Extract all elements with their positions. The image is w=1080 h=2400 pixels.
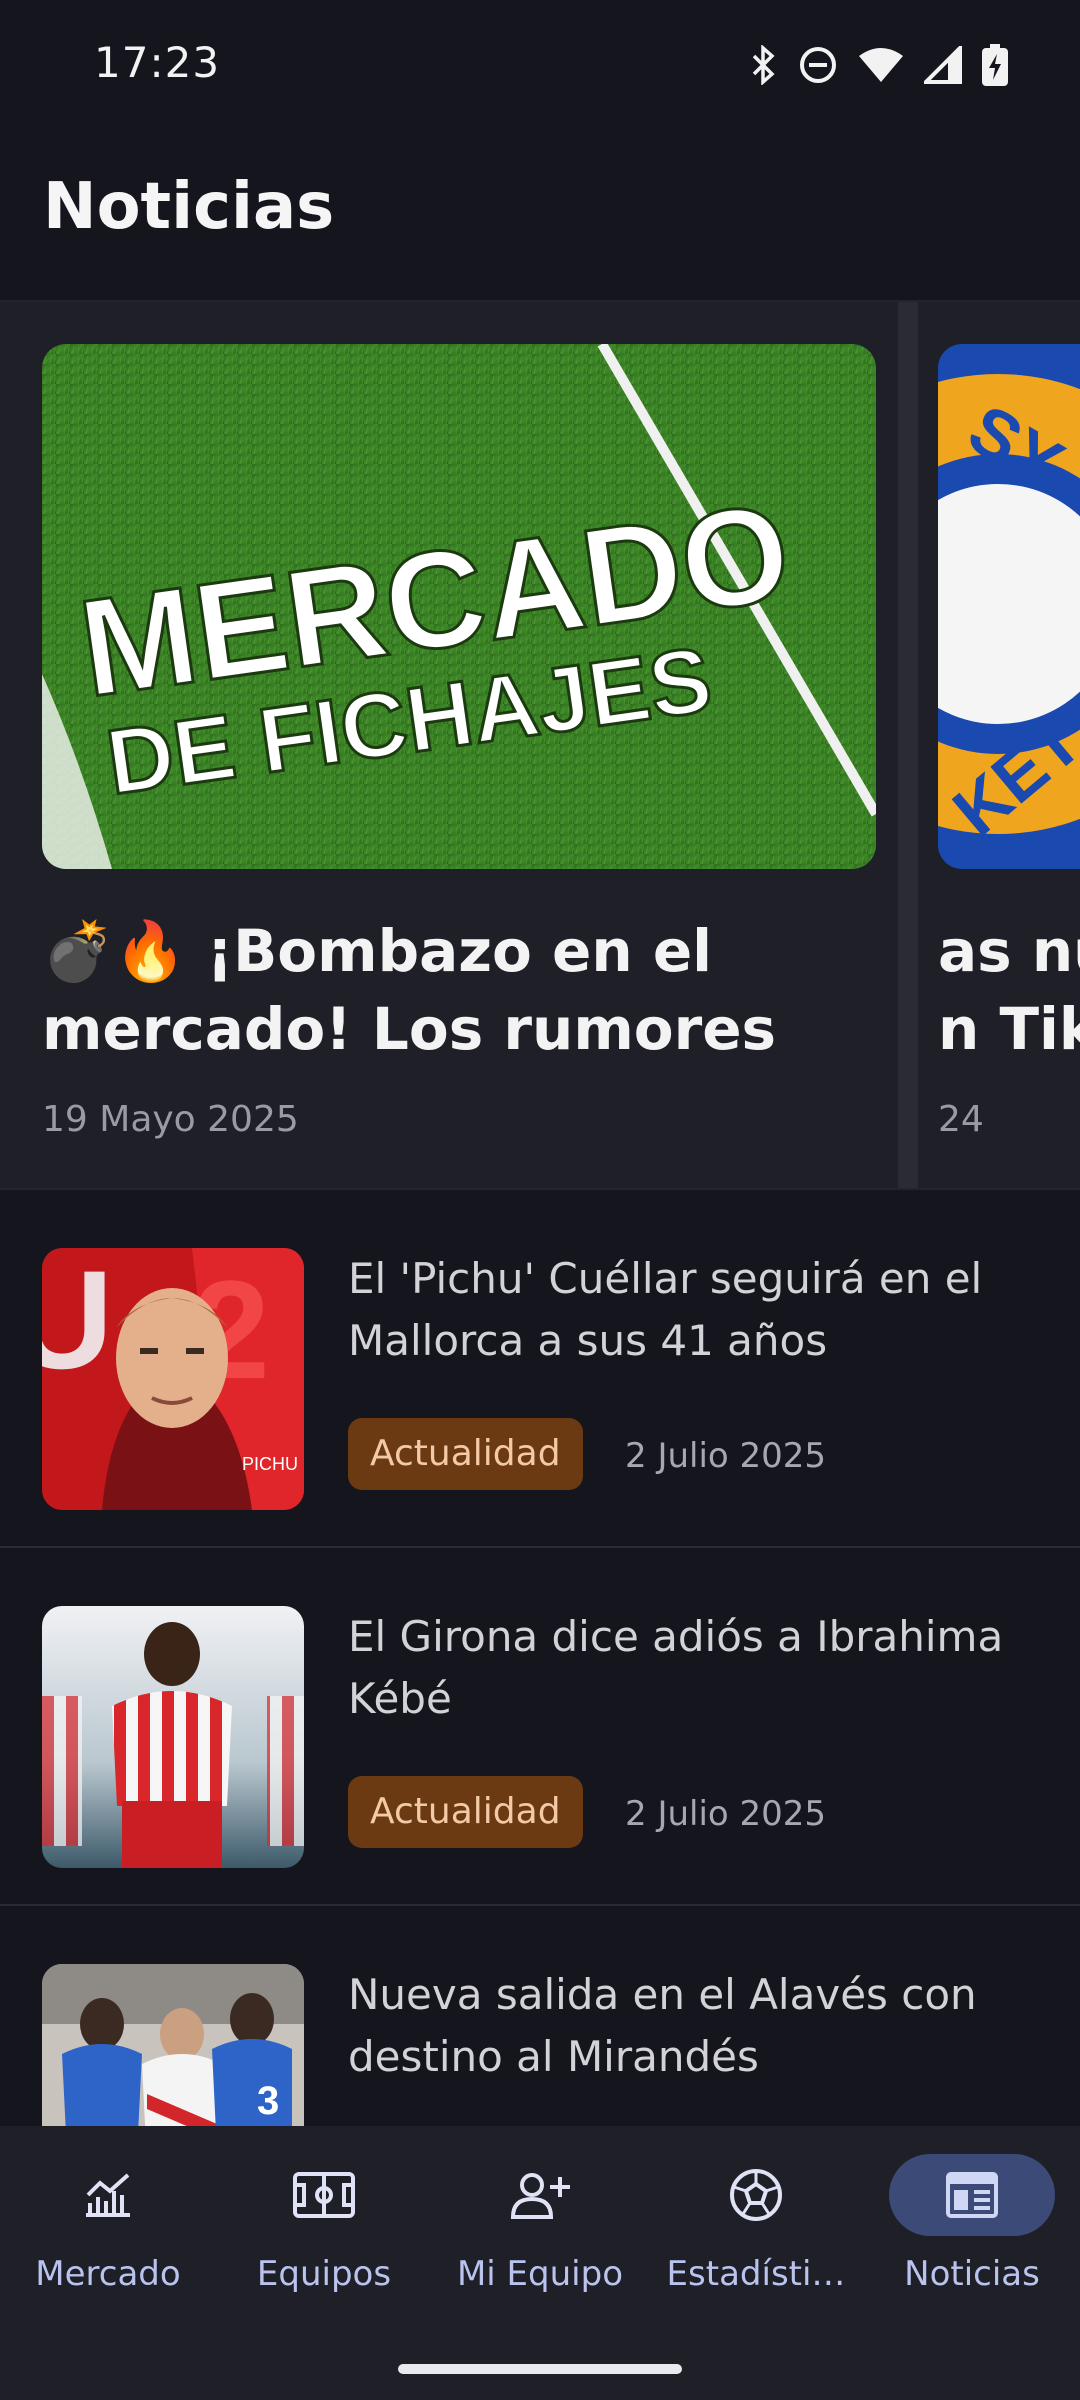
category-tag: Actualidad [348, 1776, 583, 1848]
news-thumbnail: U 2 PICHU [42, 1248, 304, 1510]
news-thumbnail [42, 1606, 304, 1868]
nav-label: Mercado [35, 2254, 181, 2294]
page-title: Noticias [43, 170, 335, 244]
nav-item-mi-equipo[interactable]: Mi Equipo [432, 2126, 648, 2326]
nav-item-estadisticas[interactable]: Estadísti… [648, 2126, 864, 2326]
featured-image: MERCADO DE FICHAJES [42, 344, 876, 869]
news-list: U 2 PICHU El 'Pichu' Cuéllar seguirá en … [0, 1190, 1080, 2264]
svg-text:3: 3 [257, 2079, 279, 2123]
nav-label: Equipos [256, 2254, 392, 2294]
category-tag: Actualidad [348, 1418, 583, 1490]
featured-carousel[interactable]: MERCADO DE FICHAJES 💣🔥 ¡Bombazo en el me… [0, 300, 1080, 1190]
news-title: El 'Pichu' Cuéllar seguirá en el Mallorc… [348, 1254, 983, 1365]
svg-text:PICHU: PICHU [242, 1454, 298, 1474]
chart-icon [86, 2173, 130, 2217]
news-date: 2 Julio 2025 [625, 1436, 827, 1476]
featured-date: 19 Mayo 2025 [42, 1099, 299, 1140]
news-item[interactable]: U 2 PICHU El 'Pichu' Cuéllar seguirá en … [0, 1190, 1080, 1548]
news-date: 2 Julio 2025 [625, 1794, 827, 1834]
bottom-navigation: Mercado Equipos Mi Equipo Estadísti… Not… [0, 2126, 1080, 2400]
featured-image: SY KET 25 [938, 344, 1080, 869]
status-icons [750, 44, 1008, 86]
nav-item-mercado[interactable]: Mercado [0, 2126, 216, 2326]
image-badge: 25 [1038, 593, 1065, 620]
featured-card[interactable]: SY KET 25 as nu n Tik 24 [938, 302, 1080, 1188]
news-title: Nueva salida en el Alavés con destino al… [348, 1970, 977, 2081]
status-time: 17:23 [94, 38, 221, 87]
nav-label: Mi Equipo [456, 2254, 624, 2294]
featured-title: 💣🔥 ¡Bombazo en el mercado! Los rumores [42, 917, 777, 1063]
wifi-icon [859, 48, 903, 82]
nav-label: Noticias [904, 2254, 1040, 2294]
nav-item-noticias[interactable]: Noticias [864, 2126, 1080, 2326]
nav-label: Estadísti… [666, 2254, 846, 2294]
news-title: El Girona dice adiós a Ibrahima Kébé [348, 1612, 1004, 1723]
featured-card[interactable]: MERCADO DE FICHAJES 💣🔥 ¡Bombazo en el me… [0, 302, 918, 1188]
do-not-disturb-icon [800, 47, 836, 83]
news-item[interactable]: El Girona dice adiós a Ibrahima Kébé Act… [0, 1548, 1080, 1906]
status-bar: 17:23 [0, 0, 1080, 130]
nav-item-equipos[interactable]: Equipos [216, 2126, 432, 2326]
battery-charging-icon [982, 44, 1008, 86]
svg-text:U: U [42, 1248, 113, 1398]
field-icon [293, 2172, 355, 2218]
person-add-icon [510, 2173, 570, 2219]
bluetooth-icon [752, 45, 775, 85]
featured-date: 24 [938, 1099, 984, 1140]
signal-icon [924, 46, 962, 84]
newspaper-icon [946, 2172, 998, 2218]
featured-title: as nu n Tik [938, 917, 1080, 1063]
soccer-ball-icon [730, 2169, 782, 2221]
home-indicator[interactable] [398, 2364, 682, 2374]
